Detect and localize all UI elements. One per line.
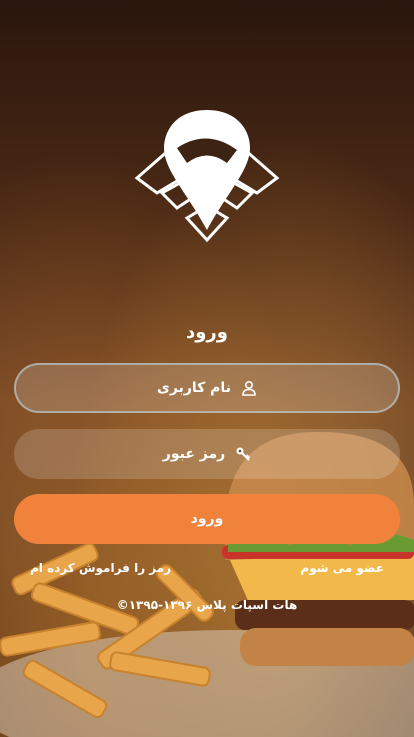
location-pin-wifi-logo xyxy=(134,110,280,243)
password-label: رمز عبور xyxy=(162,446,226,462)
key-icon xyxy=(236,447,251,461)
page-title: ورود xyxy=(186,322,228,343)
password-field[interactable]: رمز عبور xyxy=(14,429,400,479)
copyright-text: ©۱۳۹۵-۱۳۹۶ هات اسپات پلاس xyxy=(116,598,298,612)
forgot-password-link[interactable]: رمز را فراموش کرده ام xyxy=(30,561,171,575)
join-link[interactable]: عضو می شوم xyxy=(300,561,384,575)
username-label: نام کاربری xyxy=(157,380,231,396)
login-screen: ورود نام کاربری رمز عبور ورود عضو می شوم… xyxy=(0,0,414,737)
username-field[interactable]: نام کاربری xyxy=(14,363,400,413)
user-icon xyxy=(242,380,256,396)
login-button[interactable]: ورود xyxy=(14,494,400,544)
